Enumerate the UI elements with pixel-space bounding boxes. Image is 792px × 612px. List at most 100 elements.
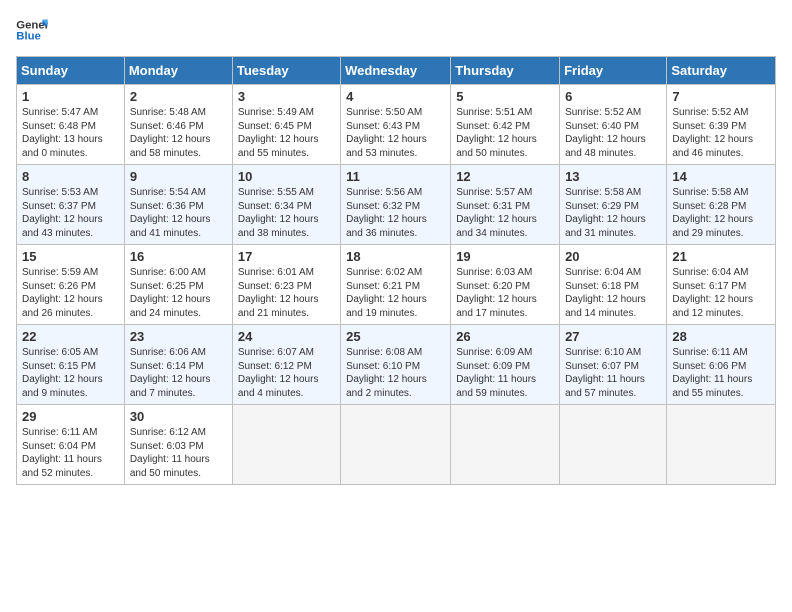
cell-info: Sunrise: 5:57 AMSunset: 6:31 PMDaylight:… xyxy=(456,186,554,240)
cell-info: Sunrise: 6:08 AMSunset: 6:10 PMDaylight:… xyxy=(346,346,445,400)
cell-info: Sunrise: 6:02 AMSunset: 6:21 PMDaylight:… xyxy=(346,266,445,320)
calendar-cell-18: 18 Sunrise: 6:02 AMSunset: 6:21 PMDayligh… xyxy=(341,245,451,325)
cell-info: Sunrise: 6:05 AMSunset: 6:15 PMDaylight:… xyxy=(22,346,119,400)
day-number: 26 xyxy=(456,329,554,344)
day-number: 10 xyxy=(238,169,335,184)
day-number: 9 xyxy=(130,169,227,184)
day-number: 8 xyxy=(22,169,119,184)
day-number: 7 xyxy=(672,89,770,104)
cell-info: Sunrise: 5:53 AMSunset: 6:37 PMDaylight:… xyxy=(22,186,119,240)
calendar-cell-1: 1Sunrise: 5:47 AMSunset: 6:48 PMDaylight… xyxy=(17,85,125,165)
calendar-cell-8: 8 Sunrise: 5:53 AMSunset: 6:37 PMDaylight… xyxy=(17,165,125,245)
cell-info: Sunrise: 5:56 AMSunset: 6:32 PMDaylight:… xyxy=(346,186,445,240)
day-number: 23 xyxy=(130,329,227,344)
cell-info: Sunrise: 6:09 AMSunset: 6:09 PMDaylight:… xyxy=(456,346,554,400)
cell-info: Sunrise: 6:11 AMSunset: 6:04 PMDaylight:… xyxy=(22,426,119,480)
calendar-week-3: 15 Sunrise: 5:59 AMSunset: 6:26 PMDayligh… xyxy=(17,245,776,325)
calendar-cell-empty xyxy=(232,405,340,485)
cell-info: Sunrise: 5:52 AMSunset: 6:39 PMDaylight:… xyxy=(672,106,770,160)
svg-text:Blue: Blue xyxy=(16,31,41,43)
calendar-table: SundayMondayTuesdayWednesdayThursdayFrid… xyxy=(16,56,776,485)
cell-info: Sunrise: 5:47 AMSunset: 6:48 PMDaylight:… xyxy=(22,106,119,160)
day-number: 3 xyxy=(238,89,335,104)
calendar-cell-empty xyxy=(341,405,451,485)
day-number: 22 xyxy=(22,329,119,344)
calendar-cell-22: 22 Sunrise: 6:05 AMSunset: 6:15 PMDayligh… xyxy=(17,325,125,405)
calendar-cell-20: 20Sunrise: 6:04 AMSunset: 6:18 PMDayligh… xyxy=(560,245,667,325)
cell-info: Sunrise: 5:48 AMSunset: 6:46 PMDaylight:… xyxy=(130,106,227,160)
cell-info: Sunrise: 5:49 AMSunset: 6:45 PMDaylight:… xyxy=(238,106,335,160)
day-number: 13 xyxy=(565,169,661,184)
cell-info: Sunrise: 5:54 AMSunset: 6:36 PMDaylight:… xyxy=(130,186,227,240)
calendar-cell-15: 15 Sunrise: 5:59 AMSunset: 6:26 PMDayligh… xyxy=(17,245,125,325)
calendar-cell-16: 16 Sunrise: 6:00 AMSunset: 6:25 PMDayligh… xyxy=(124,245,232,325)
day-number: 15 xyxy=(22,249,119,264)
cell-info: Sunrise: 6:06 AMSunset: 6:14 PMDaylight:… xyxy=(130,346,227,400)
calendar-cell-12: 12 Sunrise: 5:57 AMSunset: 6:31 PMDayligh… xyxy=(451,165,560,245)
cell-info: Sunrise: 5:50 AMSunset: 6:43 PMDaylight:… xyxy=(346,106,445,160)
column-header-friday: Friday xyxy=(560,57,667,85)
page-header: General Blue xyxy=(16,16,776,44)
day-number: 6 xyxy=(565,89,661,104)
calendar-cell-10: 10 Sunrise: 5:55 AMSunset: 6:34 PMDayligh… xyxy=(232,165,340,245)
column-header-tuesday: Tuesday xyxy=(232,57,340,85)
day-number: 25 xyxy=(346,329,445,344)
calendar-cell-13: 13 Sunrise: 5:58 AMSunset: 6:29 PMDayligh… xyxy=(560,165,667,245)
day-number: 11 xyxy=(346,169,445,184)
column-header-saturday: Saturday xyxy=(667,57,776,85)
day-number: 12 xyxy=(456,169,554,184)
day-number: 27 xyxy=(565,329,661,344)
cell-info: Sunrise: 6:07 AMSunset: 6:12 PMDaylight:… xyxy=(238,346,335,400)
day-number: 2 xyxy=(130,89,227,104)
calendar-week-2: 8 Sunrise: 5:53 AMSunset: 6:37 PMDaylight… xyxy=(17,165,776,245)
logo-icon: General Blue xyxy=(16,16,48,44)
logo: General Blue xyxy=(16,16,48,44)
cell-info: Sunrise: 5:52 AMSunset: 6:40 PMDaylight:… xyxy=(565,106,661,160)
calendar-week-5: 29 Sunrise: 6:11 AMSunset: 6:04 PMDayligh… xyxy=(17,405,776,485)
day-number: 5 xyxy=(456,89,554,104)
cell-info: Sunrise: 6:04 AMSunset: 6:17 PMDaylight:… xyxy=(672,266,770,320)
calendar-cell-6: 6 Sunrise: 5:52 AMSunset: 6:40 PMDaylight… xyxy=(560,85,667,165)
calendar-cell-24: 24 Sunrise: 6:07 AMSunset: 6:12 PMDayligh… xyxy=(232,325,340,405)
column-header-thursday: Thursday xyxy=(451,57,560,85)
calendar-cell-17: 17Sunrise: 6:01 AMSunset: 6:23 PMDayligh… xyxy=(232,245,340,325)
column-header-monday: Monday xyxy=(124,57,232,85)
calendar-cell-empty xyxy=(667,405,776,485)
day-number: 29 xyxy=(22,409,119,424)
calendar-cell-11: 11 Sunrise: 5:56 AMSunset: 6:32 PMDayligh… xyxy=(341,165,451,245)
calendar-week-1: 1Sunrise: 5:47 AMSunset: 6:48 PMDaylight… xyxy=(17,85,776,165)
cell-info: Sunrise: 5:58 AMSunset: 6:29 PMDaylight:… xyxy=(565,186,661,240)
cell-info: Sunrise: 6:12 AMSunset: 6:03 PMDaylight:… xyxy=(130,426,227,480)
calendar-cell-25: 25 Sunrise: 6:08 AMSunset: 6:10 PMDayligh… xyxy=(341,325,451,405)
cell-info: Sunrise: 5:59 AMSunset: 6:26 PMDaylight:… xyxy=(22,266,119,320)
day-number: 16 xyxy=(130,249,227,264)
cell-info: Sunrise: 5:58 AMSunset: 6:28 PMDaylight:… xyxy=(672,186,770,240)
cell-info: Sunrise: 5:55 AMSunset: 6:34 PMDaylight:… xyxy=(238,186,335,240)
calendar-cell-empty xyxy=(451,405,560,485)
day-number: 28 xyxy=(672,329,770,344)
cell-info: Sunrise: 6:11 AMSunset: 6:06 PMDaylight:… xyxy=(672,346,770,400)
calendar-cell-19: 19Sunrise: 6:03 AMSunset: 6:20 PMDayligh… xyxy=(451,245,560,325)
day-number: 21 xyxy=(672,249,770,264)
calendar-cell-2: 2 Sunrise: 5:48 AMSunset: 6:46 PMDaylight… xyxy=(124,85,232,165)
day-number: 4 xyxy=(346,89,445,104)
cell-info: Sunrise: 5:51 AMSunset: 6:42 PMDaylight:… xyxy=(456,106,554,160)
calendar-cell-7: 7 Sunrise: 5:52 AMSunset: 6:39 PMDaylight… xyxy=(667,85,776,165)
calendar-cell-14: 14Sunrise: 5:58 AMSunset: 6:28 PMDayligh… xyxy=(667,165,776,245)
calendar-cell-30: 30Sunrise: 6:12 AMSunset: 6:03 PMDayligh… xyxy=(124,405,232,485)
calendar-cell-21: 21 Sunrise: 6:04 AMSunset: 6:17 PMDayligh… xyxy=(667,245,776,325)
day-number: 18 xyxy=(346,249,445,264)
calendar-cell-23: 23 Sunrise: 6:06 AMSunset: 6:14 PMDayligh… xyxy=(124,325,232,405)
calendar-cell-27: 27 Sunrise: 6:10 AMSunset: 6:07 PMDayligh… xyxy=(560,325,667,405)
cell-info: Sunrise: 6:01 AMSunset: 6:23 PMDaylight:… xyxy=(238,266,335,320)
calendar-cell-9: 9 Sunrise: 5:54 AMSunset: 6:36 PMDaylight… xyxy=(124,165,232,245)
calendar-cell-28: 28 Sunrise: 6:11 AMSunset: 6:06 PMDayligh… xyxy=(667,325,776,405)
calendar-cell-29: 29 Sunrise: 6:11 AMSunset: 6:04 PMDayligh… xyxy=(17,405,125,485)
cell-info: Sunrise: 6:10 AMSunset: 6:07 PMDaylight:… xyxy=(565,346,661,400)
day-number: 19 xyxy=(456,249,554,264)
calendar-header-row: SundayMondayTuesdayWednesdayThursdayFrid… xyxy=(17,57,776,85)
day-number: 24 xyxy=(238,329,335,344)
calendar-week-4: 22 Sunrise: 6:05 AMSunset: 6:15 PMDayligh… xyxy=(17,325,776,405)
cell-info: Sunrise: 6:00 AMSunset: 6:25 PMDaylight:… xyxy=(130,266,227,320)
day-number: 20 xyxy=(565,249,661,264)
